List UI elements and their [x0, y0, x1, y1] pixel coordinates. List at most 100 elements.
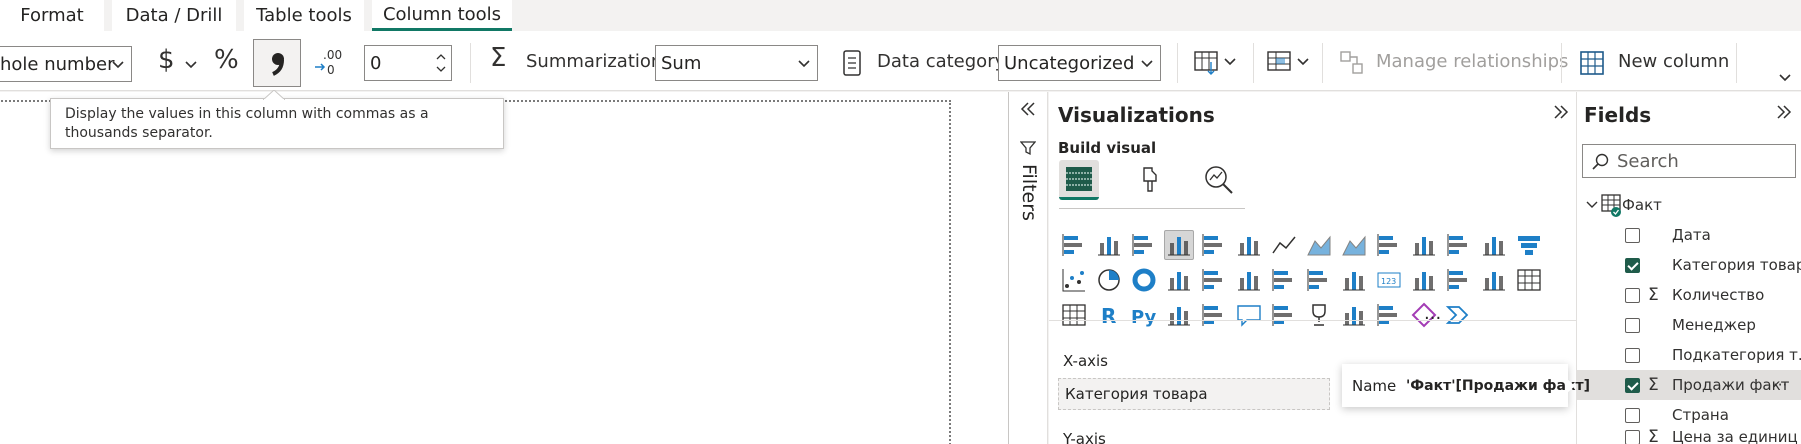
funnel-chart-icon[interactable] [1514, 230, 1544, 260]
tab-format-label: Format [20, 5, 84, 26]
kpi-icon[interactable] [1444, 265, 1474, 295]
field-row[interactable]: Страна [1577, 400, 1801, 430]
field-row[interactable]: Σ Цена за единиц [1577, 427, 1801, 444]
field-row[interactable]: Подкатегория т... [1577, 340, 1801, 370]
sigma-icon: Σ [1648, 375, 1659, 395]
filters-label[interactable]: Filters [1018, 164, 1040, 221]
field-checkbox[interactable] [1625, 287, 1640, 303]
field-more-options-button[interactable]: ··· [1773, 376, 1787, 394]
field-checkbox[interactable] [1625, 317, 1640, 333]
filters-pane-collapsed[interactable]: Filters [1008, 92, 1048, 444]
format-visual-tab[interactable] [1129, 160, 1169, 200]
field-row[interactable]: Σ Количество [1577, 280, 1801, 310]
field-label: Количество [1672, 286, 1765, 304]
r-script-visual-icon[interactable]: R [1094, 300, 1124, 330]
analytics-tab[interactable] [1199, 160, 1239, 200]
scatter-chart-icon[interactable] [1059, 265, 1089, 295]
tab-table-tools[interactable]: Table tools [244, 0, 364, 31]
double-chevron-right-icon[interactable] [1552, 103, 1570, 121]
smart-narrative-icon[interactable] [1269, 300, 1299, 330]
gauge-icon[interactable] [1339, 265, 1369, 295]
card-icon[interactable]: 123 [1374, 265, 1404, 295]
fields-search-input[interactable]: Search [1582, 144, 1796, 178]
slicer-icon[interactable] [1479, 265, 1509, 295]
build-visual-tab[interactable] [1059, 160, 1099, 200]
manage-relationships-button[interactable]: Manage relationships [1376, 51, 1568, 72]
sort-by-column-button[interactable] [1193, 47, 1241, 77]
currency-chevron-down-icon[interactable] [184, 58, 198, 72]
stacked-area-chart-icon[interactable] [1339, 230, 1369, 260]
field-checkbox[interactable] [1625, 377, 1640, 393]
data-groups-icon [1267, 51, 1309, 71]
field-row[interactable]: Дата [1577, 220, 1801, 250]
percent-icon: % [214, 45, 239, 75]
name-popup-label: Name [1352, 376, 1397, 395]
shape-map-icon[interactable] [1269, 265, 1299, 295]
ribbon-expand-chevron-icon[interactable] [1778, 71, 1792, 85]
percent-button[interactable]: % [214, 45, 239, 75]
summarization-select[interactable]: Sum [655, 45, 818, 81]
metrics-icon[interactable] [1304, 300, 1334, 330]
clustered-column-chart-icon[interactable] [1164, 230, 1194, 260]
visual-container-border[interactable] [0, 100, 951, 444]
key-influencers-icon[interactable] [1164, 300, 1194, 330]
matrix-icon[interactable] [1059, 300, 1089, 330]
stacked-bar-chart-icon[interactable] [1059, 230, 1089, 260]
tab-data-drill[interactable]: Data / Drill [112, 0, 236, 31]
tab-format[interactable]: Format [0, 0, 104, 31]
clustered-bar-chart-icon[interactable] [1129, 230, 1159, 260]
decimal-places-input[interactable]: 0 [364, 45, 452, 81]
ribbon-chart-icon[interactable] [1444, 230, 1474, 260]
table-node-fakt[interactable]: Факт [1577, 190, 1801, 220]
double-chevron-right-icon[interactable] [1775, 103, 1793, 121]
multi-row-card-icon[interactable] [1409, 265, 1439, 295]
arcgis-map-icon[interactable] [1374, 300, 1404, 330]
table-visual-icon[interactable] [1514, 265, 1544, 295]
qa-icon[interactable] [1234, 300, 1264, 330]
azure-map-icon[interactable] [1304, 265, 1334, 295]
field-row[interactable]: Σ Продажи факт ··· [1577, 370, 1801, 400]
pie-chart-icon[interactable] [1094, 265, 1124, 295]
field-checkbox[interactable] [1625, 257, 1640, 273]
data-category-label: Data category [877, 51, 1006, 72]
data-category-select[interactable]: Uncategorized [998, 45, 1161, 81]
python-visual-icon[interactable]: Py [1129, 300, 1159, 330]
new-column-button[interactable]: New column [1618, 51, 1729, 72]
spinner-arrows-icon[interactable] [435, 50, 447, 76]
x-axis-field-well[interactable]: Категория товара [1058, 378, 1330, 410]
map-icon[interactable] [1199, 265, 1229, 295]
100-stacked-bar-chart-icon[interactable] [1199, 230, 1229, 260]
format-select[interactable]: hole number [0, 46, 132, 82]
currency-button[interactable]: $ [158, 45, 175, 75]
field-row[interactable]: Менеджер [1577, 310, 1801, 340]
field-row[interactable]: Категория товара [1577, 250, 1801, 280]
sigma-icon: Σ [490, 43, 506, 73]
data-category-icon [843, 50, 861, 76]
data-groups-button[interactable] [1266, 47, 1314, 77]
comma-style-button[interactable] [253, 39, 301, 87]
power-automate-icon[interactable] [1444, 300, 1474, 330]
donut-chart-icon[interactable] [1129, 265, 1159, 295]
waterfall-chart-icon[interactable] [1479, 230, 1509, 260]
x-axis-field-value: Категория товара [1065, 385, 1208, 403]
field-label: Категория товара [1672, 256, 1801, 274]
field-checkbox[interactable] [1625, 347, 1640, 363]
double-chevron-left-icon[interactable] [1019, 100, 1037, 118]
stacked-column-chart-icon[interactable] [1094, 230, 1124, 260]
decimal-places-icon[interactable]: .00 0 [313, 47, 343, 77]
line-and-clustered-column-chart-icon[interactable] [1409, 230, 1439, 260]
line-chart-icon[interactable] [1269, 230, 1299, 260]
filled-map-icon[interactable] [1234, 265, 1264, 295]
treemap-icon[interactable] [1164, 265, 1194, 295]
chevron-down-icon[interactable] [1585, 198, 1599, 212]
field-checkbox[interactable] [1625, 429, 1640, 444]
decomposition-tree-icon[interactable] [1199, 300, 1229, 330]
line-and-stacked-column-chart-icon[interactable] [1374, 230, 1404, 260]
tab-column-tools[interactable]: Column tools [372, 0, 512, 31]
more-visuals-button[interactable]: ··· [1424, 308, 1441, 329]
field-checkbox[interactable] [1625, 407, 1640, 423]
100-stacked-column-chart-icon[interactable] [1234, 230, 1264, 260]
paginated-report-icon[interactable] [1339, 300, 1369, 330]
area-chart-icon[interactable] [1304, 230, 1334, 260]
field-checkbox[interactable] [1625, 227, 1640, 243]
